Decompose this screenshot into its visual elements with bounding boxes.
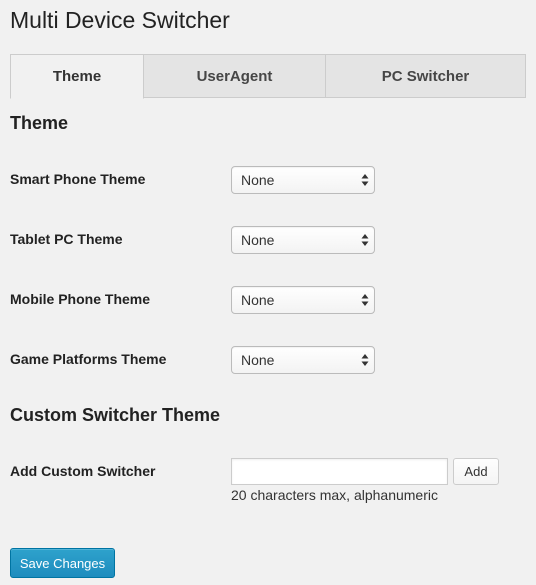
add-button[interactable]: Add — [453, 458, 499, 485]
tablet-pc-theme-label: Tablet PC Theme — [10, 231, 123, 247]
game-platforms-theme-label: Game Platforms Theme — [10, 351, 167, 367]
select-value: None — [241, 172, 275, 188]
up-down-arrows-icon — [361, 234, 369, 246]
custom-switcher-help-text: 20 characters max, alphanumeric — [231, 487, 438, 503]
mobile-phone-theme-select[interactable]: None — [231, 286, 375, 314]
tab-useragent[interactable]: UserAgent — [143, 54, 326, 98]
game-platforms-theme-select[interactable]: None — [231, 346, 375, 374]
select-value: None — [241, 292, 275, 308]
select-value: None — [241, 352, 275, 368]
custom-switcher-section-heading: Custom Switcher Theme — [10, 405, 221, 425]
smart-phone-theme-label: Smart Phone Theme — [10, 171, 146, 187]
tablet-pc-theme-select[interactable]: None — [231, 226, 375, 254]
select-value: None — [241, 232, 275, 248]
save-changes-button[interactable]: Save Changes — [10, 548, 115, 578]
page-title: Multi Device Switcher — [10, 7, 230, 33]
theme-section-heading: Theme — [10, 113, 69, 133]
up-down-arrows-icon — [361, 354, 369, 366]
smart-phone-theme-select[interactable]: None — [231, 166, 375, 194]
tab-pc-switcher[interactable]: PC Switcher — [325, 54, 526, 98]
tab-theme[interactable]: Theme — [10, 54, 144, 99]
tab-bar: Theme UserAgent PC Switcher — [10, 54, 526, 99]
up-down-arrows-icon — [361, 294, 369, 306]
add-custom-switcher-label: Add Custom Switcher — [10, 463, 156, 479]
mobile-phone-theme-label: Mobile Phone Theme — [10, 291, 151, 307]
up-down-arrows-icon — [361, 174, 369, 186]
custom-switcher-input[interactable] — [231, 458, 448, 485]
